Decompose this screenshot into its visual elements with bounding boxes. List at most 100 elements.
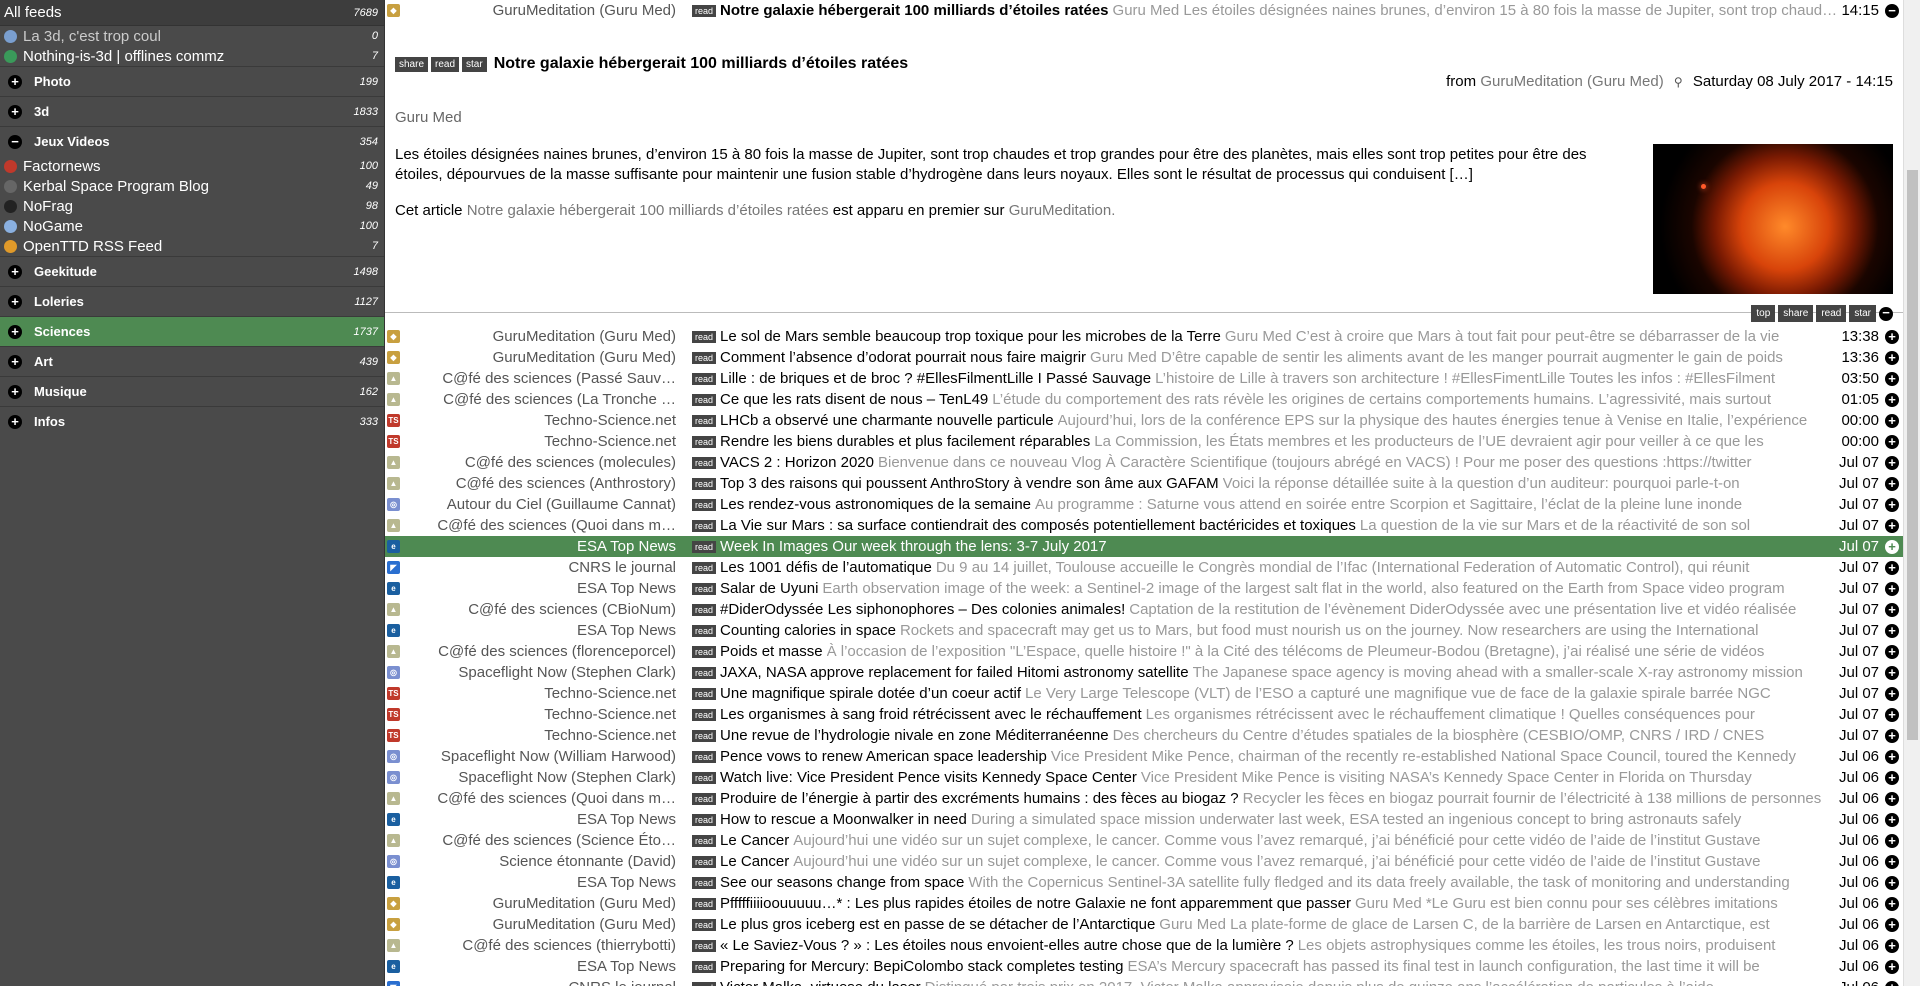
read-button[interactable]: read — [692, 435, 717, 448]
item-row[interactable]: ▲ C@fé des sciences (molecules) read VAC… — [385, 452, 1903, 473]
item-source[interactable]: ESA Top News — [404, 538, 676, 555]
expand-icon[interactable]: + — [1885, 875, 1899, 890]
item-title[interactable]: How to rescue a Moonwalker in need — [720, 811, 967, 828]
article-link[interactable]: Notre galaxie hébergerait 100 milliards … — [467, 202, 829, 219]
category-geekitude[interactable]: + Geekitude 1498 — [0, 256, 384, 286]
feed-item[interactable]: Kerbal Space Program Blog 49 — [0, 176, 384, 196]
read-button[interactable]: read — [692, 729, 717, 742]
expand-icon[interactable]: + — [1885, 539, 1899, 554]
item-row[interactable]: ◤ CNRS le journal read Les 1001 défis de… — [385, 557, 1903, 578]
item-title[interactable]: LHCb a observé une charmante nouvelle pa… — [720, 412, 1054, 429]
item-title[interactable]: Le plus gros iceberg est en passe de se … — [720, 916, 1155, 933]
item-title[interactable]: Salar de Uyuni — [720, 580, 818, 597]
expand-icon[interactable]: + — [1885, 938, 1899, 953]
item-source[interactable]: C@fé des sciences (thierrybotti) — [404, 937, 676, 954]
expand-icon[interactable]: + — [1885, 329, 1899, 344]
item-title[interactable]: Produire de l’énergie à partir des excré… — [720, 790, 1239, 807]
item-title[interactable]: Une revue de l’hydrologie nivale en zone… — [720, 727, 1109, 744]
category-art[interactable]: + Art 439 — [0, 346, 384, 376]
item-source[interactable]: C@fé des sciences (molecules) — [404, 454, 676, 471]
item-title[interactable]: #DiderOdyssée Les siphonophores – Des co… — [720, 601, 1125, 618]
item-row[interactable]: e ESA Top News read See our seasons chan… — [385, 872, 1903, 893]
expand-icon[interactable]: + — [8, 294, 22, 309]
item-source[interactable]: C@fé des sciences (florenceporcel) — [404, 643, 676, 660]
item-source[interactable]: Science étonnante (David) — [404, 853, 676, 870]
item-row[interactable]: ▲ C@fé des sciences (La Tronche … read C… — [385, 389, 1903, 410]
item-row[interactable]: ◎ Autour du Ciel (Guillaume Cannat) read… — [385, 494, 1903, 515]
item-source[interactable]: Spaceflight Now (Stephen Clark) — [404, 664, 676, 681]
item-title[interactable]: Top 3 des raisons qui poussent AnthroSto… — [720, 475, 1219, 492]
item-row[interactable]: e ESA Top News read Preparing for Mercur… — [385, 956, 1903, 977]
read-button[interactable]: read — [431, 56, 460, 72]
read-button[interactable]: read — [692, 897, 717, 910]
item-title[interactable]: Le Cancer — [720, 832, 789, 849]
item-title[interactable]: JAXA, NASA approve replacement for faile… — [720, 664, 1189, 681]
collapse-icon[interactable]: − — [8, 134, 22, 149]
item-source[interactable]: C@fé des sciences (Quoi dans m… — [404, 790, 676, 807]
expand-icon[interactable]: + — [1885, 980, 1899, 986]
collapse-icon[interactable]: − — [1879, 306, 1893, 321]
item-source[interactable]: C@fé des sciences (Anthrostory) — [404, 475, 676, 492]
category-photo[interactable]: + Photo 199 — [0, 66, 384, 96]
article-title[interactable]: Notre galaxie hébergerait 100 milliards … — [494, 55, 908, 73]
read-button[interactable]: read — [692, 393, 717, 406]
item-title[interactable]: Les organismes à sang froid rétrécissent… — [720, 706, 1142, 723]
item-row[interactable]: ▲ C@fé des sciences (Quoi dans m… read P… — [385, 788, 1903, 809]
all-feeds-item[interactable]: All feeds 7689 — [0, 0, 384, 26]
item-source[interactable]: C@fé des sciences (La Tronche … — [404, 391, 676, 408]
feed-item[interactable]: NoFrag 98 — [0, 196, 384, 216]
item-source[interactable]: Techno-Science.net — [404, 412, 676, 429]
item-row[interactable]: e ESA Top News read How to rescue a Moon… — [385, 809, 1903, 830]
item-source[interactable]: Techno-Science.net — [404, 685, 676, 702]
expand-icon[interactable]: + — [1885, 413, 1899, 428]
site-link[interactable]: GuruMeditation. — [1009, 202, 1116, 219]
item-row[interactable]: ▲ C@fé des sciences (CBioNum) read #Dide… — [385, 599, 1903, 620]
read-button[interactable]: read — [692, 750, 717, 763]
scrollbar-thumb[interactable] — [1907, 170, 1918, 740]
item-source[interactable]: Spaceflight Now (Stephen Clark) — [404, 769, 676, 786]
feed-item[interactable]: La 3d, c'est trop coul 0 — [0, 26, 384, 46]
category-3d[interactable]: + 3d 1833 — [0, 96, 384, 126]
category-infos[interactable]: + Infos 333 — [0, 406, 384, 436]
feed-item[interactable]: Factornews 100 — [0, 156, 384, 176]
expand-icon[interactable]: + — [1885, 854, 1899, 869]
item-source[interactable]: C@fé des sciences (Science Éto… — [404, 832, 676, 849]
expand-icon[interactable]: + — [1885, 581, 1899, 596]
expand-icon[interactable]: + — [8, 264, 22, 279]
read-button[interactable]: read — [692, 477, 717, 490]
item-source[interactable]: Spaceflight Now (William Harwood) — [404, 748, 676, 765]
expand-icon[interactable]: + — [1885, 455, 1899, 470]
read-button[interactable]: read — [692, 603, 717, 616]
expand-icon[interactable]: + — [1885, 959, 1899, 974]
read-button[interactable]: read — [692, 456, 717, 469]
item-title[interactable]: Preparing for Mercury: BepiColombo stack… — [720, 958, 1124, 975]
expand-icon[interactable]: + — [1885, 623, 1899, 638]
item-source[interactable]: C@fé des sciences (Quoi dans m… — [404, 517, 676, 534]
item-row[interactable]: ▲ C@fé des sciences (florenceporcel) rea… — [385, 641, 1903, 662]
feed-item[interactable]: OpenTTD RSS Feed 7 — [0, 236, 384, 256]
expand-icon[interactable]: + — [1885, 665, 1899, 680]
read-button[interactable]: read — [692, 498, 717, 511]
item-row[interactable]: ▲ C@fé des sciences (thierrybotti) read … — [385, 935, 1903, 956]
read-button[interactable]: read — [692, 981, 717, 986]
expand-icon[interactable]: + — [1885, 392, 1899, 407]
item-source[interactable]: GuruMeditation (Guru Med) — [404, 328, 676, 345]
expand-icon[interactable]: + — [8, 324, 22, 339]
item-source[interactable]: Autour du Ciel (Guillaume Cannat) — [404, 496, 676, 513]
scrollbar[interactable] — [1903, 0, 1920, 986]
item-title[interactable]: Une magnifique spirale dotée d’un coeur … — [720, 685, 1021, 702]
share-button[interactable]: share — [395, 56, 429, 72]
read-button[interactable]: read — [692, 855, 717, 868]
item-title[interactable]: Watch live: Vice President Pence visits … — [720, 769, 1137, 786]
item-row[interactable]: ◆ GuruMeditation (Guru Med) read Pfffffi… — [385, 893, 1903, 914]
item-title[interactable]: Ce que les rats disent de nous – TenL49 — [720, 391, 988, 408]
read-button[interactable]: read — [692, 561, 717, 574]
read-button[interactable]: read — [692, 939, 717, 952]
feed-item[interactable]: Nothing-is-3d | offlines commz 7 — [0, 46, 384, 66]
read-button[interactable]: read — [692, 4, 717, 17]
read-button[interactable]: read — [692, 813, 717, 826]
item-source[interactable]: GuruMeditation (Guru Med) — [404, 349, 676, 366]
expand-icon[interactable]: + — [1885, 371, 1899, 386]
expand-icon[interactable]: + — [1885, 749, 1899, 764]
expand-icon[interactable]: + — [1885, 896, 1899, 911]
